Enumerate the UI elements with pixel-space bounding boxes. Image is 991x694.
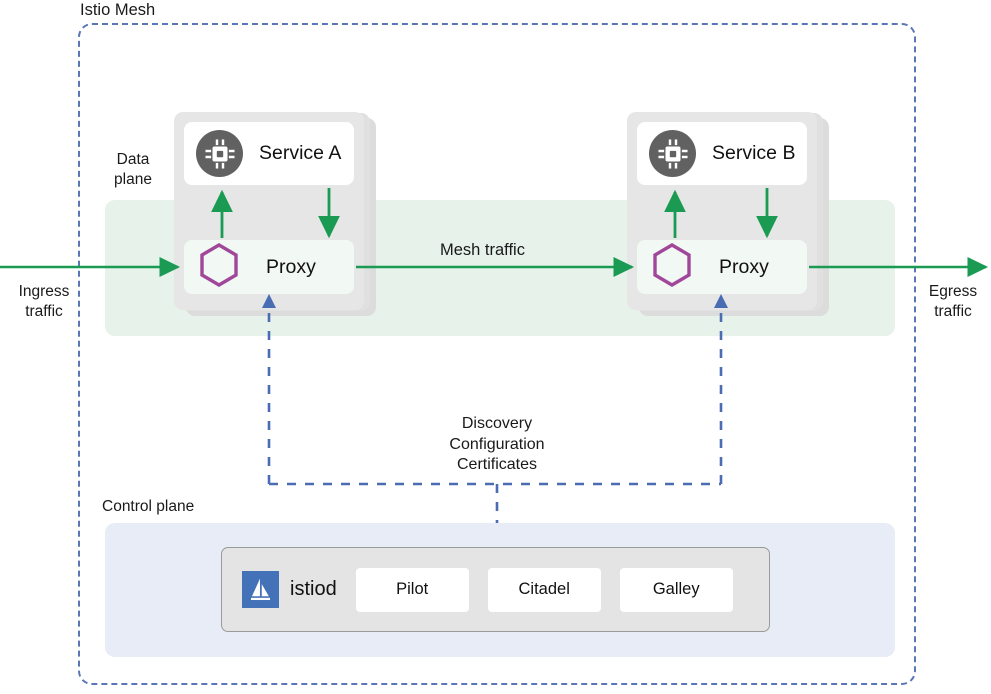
service-a-label: Service A [259,142,342,164]
service-b-label: Service B [712,142,796,164]
data-plane-label: Data plane [102,150,164,190]
control-channel-label-line2: Configuration [449,435,545,453]
proxy-a-label: Proxy [266,255,316,278]
control-channel-label-line1: Discovery [461,415,533,432]
control-channel-label: Discovery Configuration Certificates [397,414,597,476]
control-channel-label-line3: Certificates [456,456,538,473]
istiod-label: istiod [290,578,337,600]
cpu-chip-icon [649,130,696,177]
component-galley[interactable]: Galley [619,567,733,612]
egress-traffic-label-line2: traffic [934,303,972,320]
egress-traffic-label-line1: Egress [928,283,978,300]
component-citadel[interactable]: Citadel [487,567,601,612]
ingress-traffic-label: Ingress traffic [8,282,80,322]
data-plane-label-line2: plane [114,171,152,188]
hexagon-icon [651,242,693,293]
service-a-box[interactable]: Service A [184,122,354,185]
proxy-a-box[interactable]: Proxy [184,240,354,294]
ingress-traffic-label-line1: Ingress [18,283,70,300]
proxy-b-label: Proxy [719,255,769,278]
istiod-panel: istiod Pilot Citadel Galley [221,547,770,632]
cpu-chip-icon [196,130,243,177]
istiod-brand: istiod [242,571,337,608]
control-plane-label: Control plane [102,498,195,515]
proxy-b-box[interactable]: Proxy [637,240,807,294]
data-plane-label-line1: Data [116,151,150,168]
component-pilot[interactable]: Pilot [355,567,469,612]
istio-architecture-diagram: Istio Mesh Data plane Service A Proxy Se… [0,0,991,694]
service-b-box[interactable]: Service B [637,122,807,185]
hexagon-icon [198,242,240,293]
mesh-traffic-label: Mesh traffic [440,241,525,259]
ingress-traffic-label-line2: traffic [25,303,63,320]
egress-traffic-label: Egress traffic [917,282,989,322]
istio-mesh-title: Istio Mesh [80,1,156,19]
istio-sailboat-icon [242,571,279,608]
